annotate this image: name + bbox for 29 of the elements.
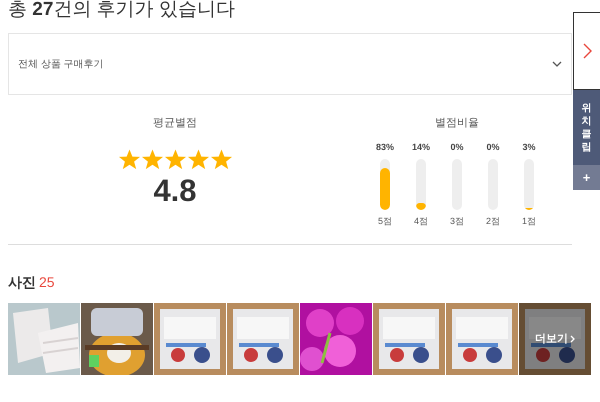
star-level-label: 1점: [522, 215, 536, 228]
star-icon: [186, 148, 210, 170]
review-count-heading: 총 27건의 후기가 있습니다: [8, 0, 236, 22]
add-button[interactable]: +: [573, 165, 600, 190]
chevron-right-icon: [582, 43, 592, 59]
star-level-label: 5점: [378, 215, 392, 228]
star-icon: [118, 148, 140, 170]
average-rating-title: 평균별점: [153, 116, 197, 131]
star-icon: [140, 148, 164, 170]
percent-label: 3%: [522, 140, 536, 154]
average-score: 4.8: [153, 172, 197, 208]
wish-clip-button[interactable]: 위치클립: [573, 90, 600, 165]
photos-title: 사진: [8, 273, 36, 292]
star-icon: [164, 148, 186, 170]
percent-label: 0%: [450, 140, 464, 154]
next-button[interactable]: [573, 12, 600, 90]
chevron-right-icon: [570, 335, 575, 343]
review-filter-dropdown[interactable]: 전체 상품 구매후기: [8, 33, 572, 95]
star-icon: [210, 148, 232, 170]
star-level-label: 2점: [486, 215, 500, 228]
percent-label: 83%: [376, 140, 394, 154]
chevron-down-icon: [552, 61, 562, 67]
percent-label: 14%: [412, 140, 430, 154]
percent-label: 0%: [486, 140, 500, 154]
photo-count: 25: [39, 273, 55, 292]
rating-ratio-title: 별점비율: [435, 116, 479, 131]
more-photos-button[interactable]: 더보기: [535, 330, 575, 348]
star-level-label: 3점: [450, 215, 464, 228]
star-level-label: 4점: [414, 215, 428, 228]
